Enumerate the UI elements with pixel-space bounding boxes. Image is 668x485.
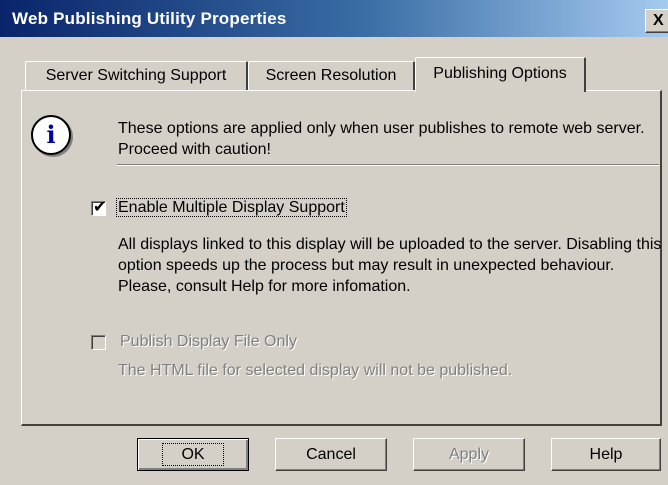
info-icon: i xyxy=(31,115,71,155)
close-button[interactable]: X xyxy=(645,9,668,33)
publish-display-file-only-description: The HTML file for selected display will … xyxy=(118,362,513,379)
ok-button[interactable]: OK xyxy=(137,438,249,471)
checkmark-icon: ✔ xyxy=(93,199,107,216)
cancel-button[interactable]: Cancel xyxy=(275,438,387,471)
tab-publishing-options[interactable]: Publishing Options xyxy=(415,57,586,92)
help-button[interactable]: Help xyxy=(551,438,661,471)
tab-screen-resolution[interactable]: Screen Resolution xyxy=(248,61,415,90)
apply-button[interactable]: Apply xyxy=(413,438,525,471)
tab-label: Publishing Options xyxy=(433,65,567,82)
tab-server-switching-support[interactable]: Server Switching Support xyxy=(25,61,248,90)
tab-label: Server Switching Support xyxy=(45,67,227,84)
enable-multiple-display-label[interactable]: Enable Multiple Display Support xyxy=(116,198,347,217)
window-title: Web Publishing Utility Properties xyxy=(12,9,287,28)
separator-highlight xyxy=(117,165,659,166)
enable-multiple-display-description: All displays linked to this display will… xyxy=(118,236,662,295)
enable-multiple-display-checkbox[interactable]: ✔ xyxy=(91,199,107,216)
caution-notice: These options are applied only when user… xyxy=(118,120,645,158)
publish-display-file-only-checkbox[interactable] xyxy=(91,335,106,350)
title-bar[interactable]: Web Publishing Utility Properties X xyxy=(0,0,668,37)
publish-display-file-only-label[interactable]: Publish Display File Only xyxy=(120,333,297,351)
close-icon: X xyxy=(653,12,664,29)
tab-label: Screen Resolution xyxy=(265,67,397,84)
